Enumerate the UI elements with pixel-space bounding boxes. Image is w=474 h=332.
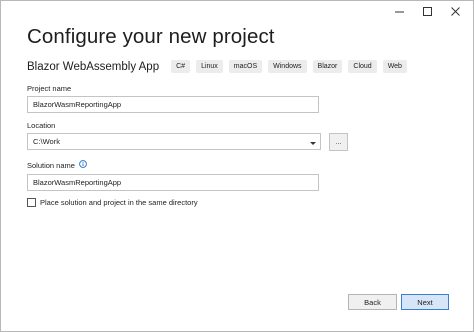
tag-csharp: C# [171, 60, 191, 73]
same-directory-option[interactable]: Place solution and project in the same d… [27, 198, 198, 207]
solution-name-label-row: Solution name [27, 160, 87, 170]
project-name-value: BlazorWasmReportingApp [33, 100, 122, 109]
template-name: Blazor WebAssembly App [27, 60, 160, 73]
project-name-input[interactable]: BlazorWasmReportingApp [27, 96, 319, 113]
back-button[interactable]: Back [348, 294, 397, 310]
project-name-label: Project name [27, 84, 72, 93]
page-title: Configure your new project [27, 25, 275, 48]
same-directory-label: Place solution and project in the same d… [40, 198, 198, 207]
location-combobox[interactable]: C:\Work [27, 133, 321, 150]
solution-name-label: Solution name [27, 160, 75, 170]
window-controls [385, 3, 469, 19]
location-label: Location [27, 121, 56, 130]
template-tags: C# Linux macOS Windows Blazor Cloud Web [171, 60, 407, 73]
next-button[interactable]: Next [401, 294, 449, 310]
tag-cloud: Cloud [348, 60, 377, 73]
template-summary: Blazor WebAssembly App C# Linux macOS Wi… [27, 60, 407, 73]
minimize-icon[interactable] [385, 3, 413, 19]
tag-macos: macOS [228, 60, 263, 73]
chevron-down-icon[interactable] [310, 139, 316, 148]
close-icon[interactable] [441, 3, 469, 19]
location-value: C:\Work [33, 137, 60, 146]
tag-windows: Windows [268, 60, 307, 73]
tag-blazor: Blazor [312, 60, 343, 73]
browse-button[interactable]: ... [329, 133, 348, 151]
tag-linux: Linux [196, 60, 223, 73]
same-directory-checkbox[interactable] [27, 198, 36, 207]
maximize-icon[interactable] [413, 3, 441, 19]
solution-name-value: BlazorWasmReportingApp [33, 178, 122, 187]
dialog-window: Configure your new project Blazor WebAss… [0, 0, 474, 332]
solution-name-input[interactable]: BlazorWasmReportingApp [27, 174, 319, 191]
tag-web: Web [382, 60, 407, 73]
info-icon[interactable] [79, 160, 87, 170]
